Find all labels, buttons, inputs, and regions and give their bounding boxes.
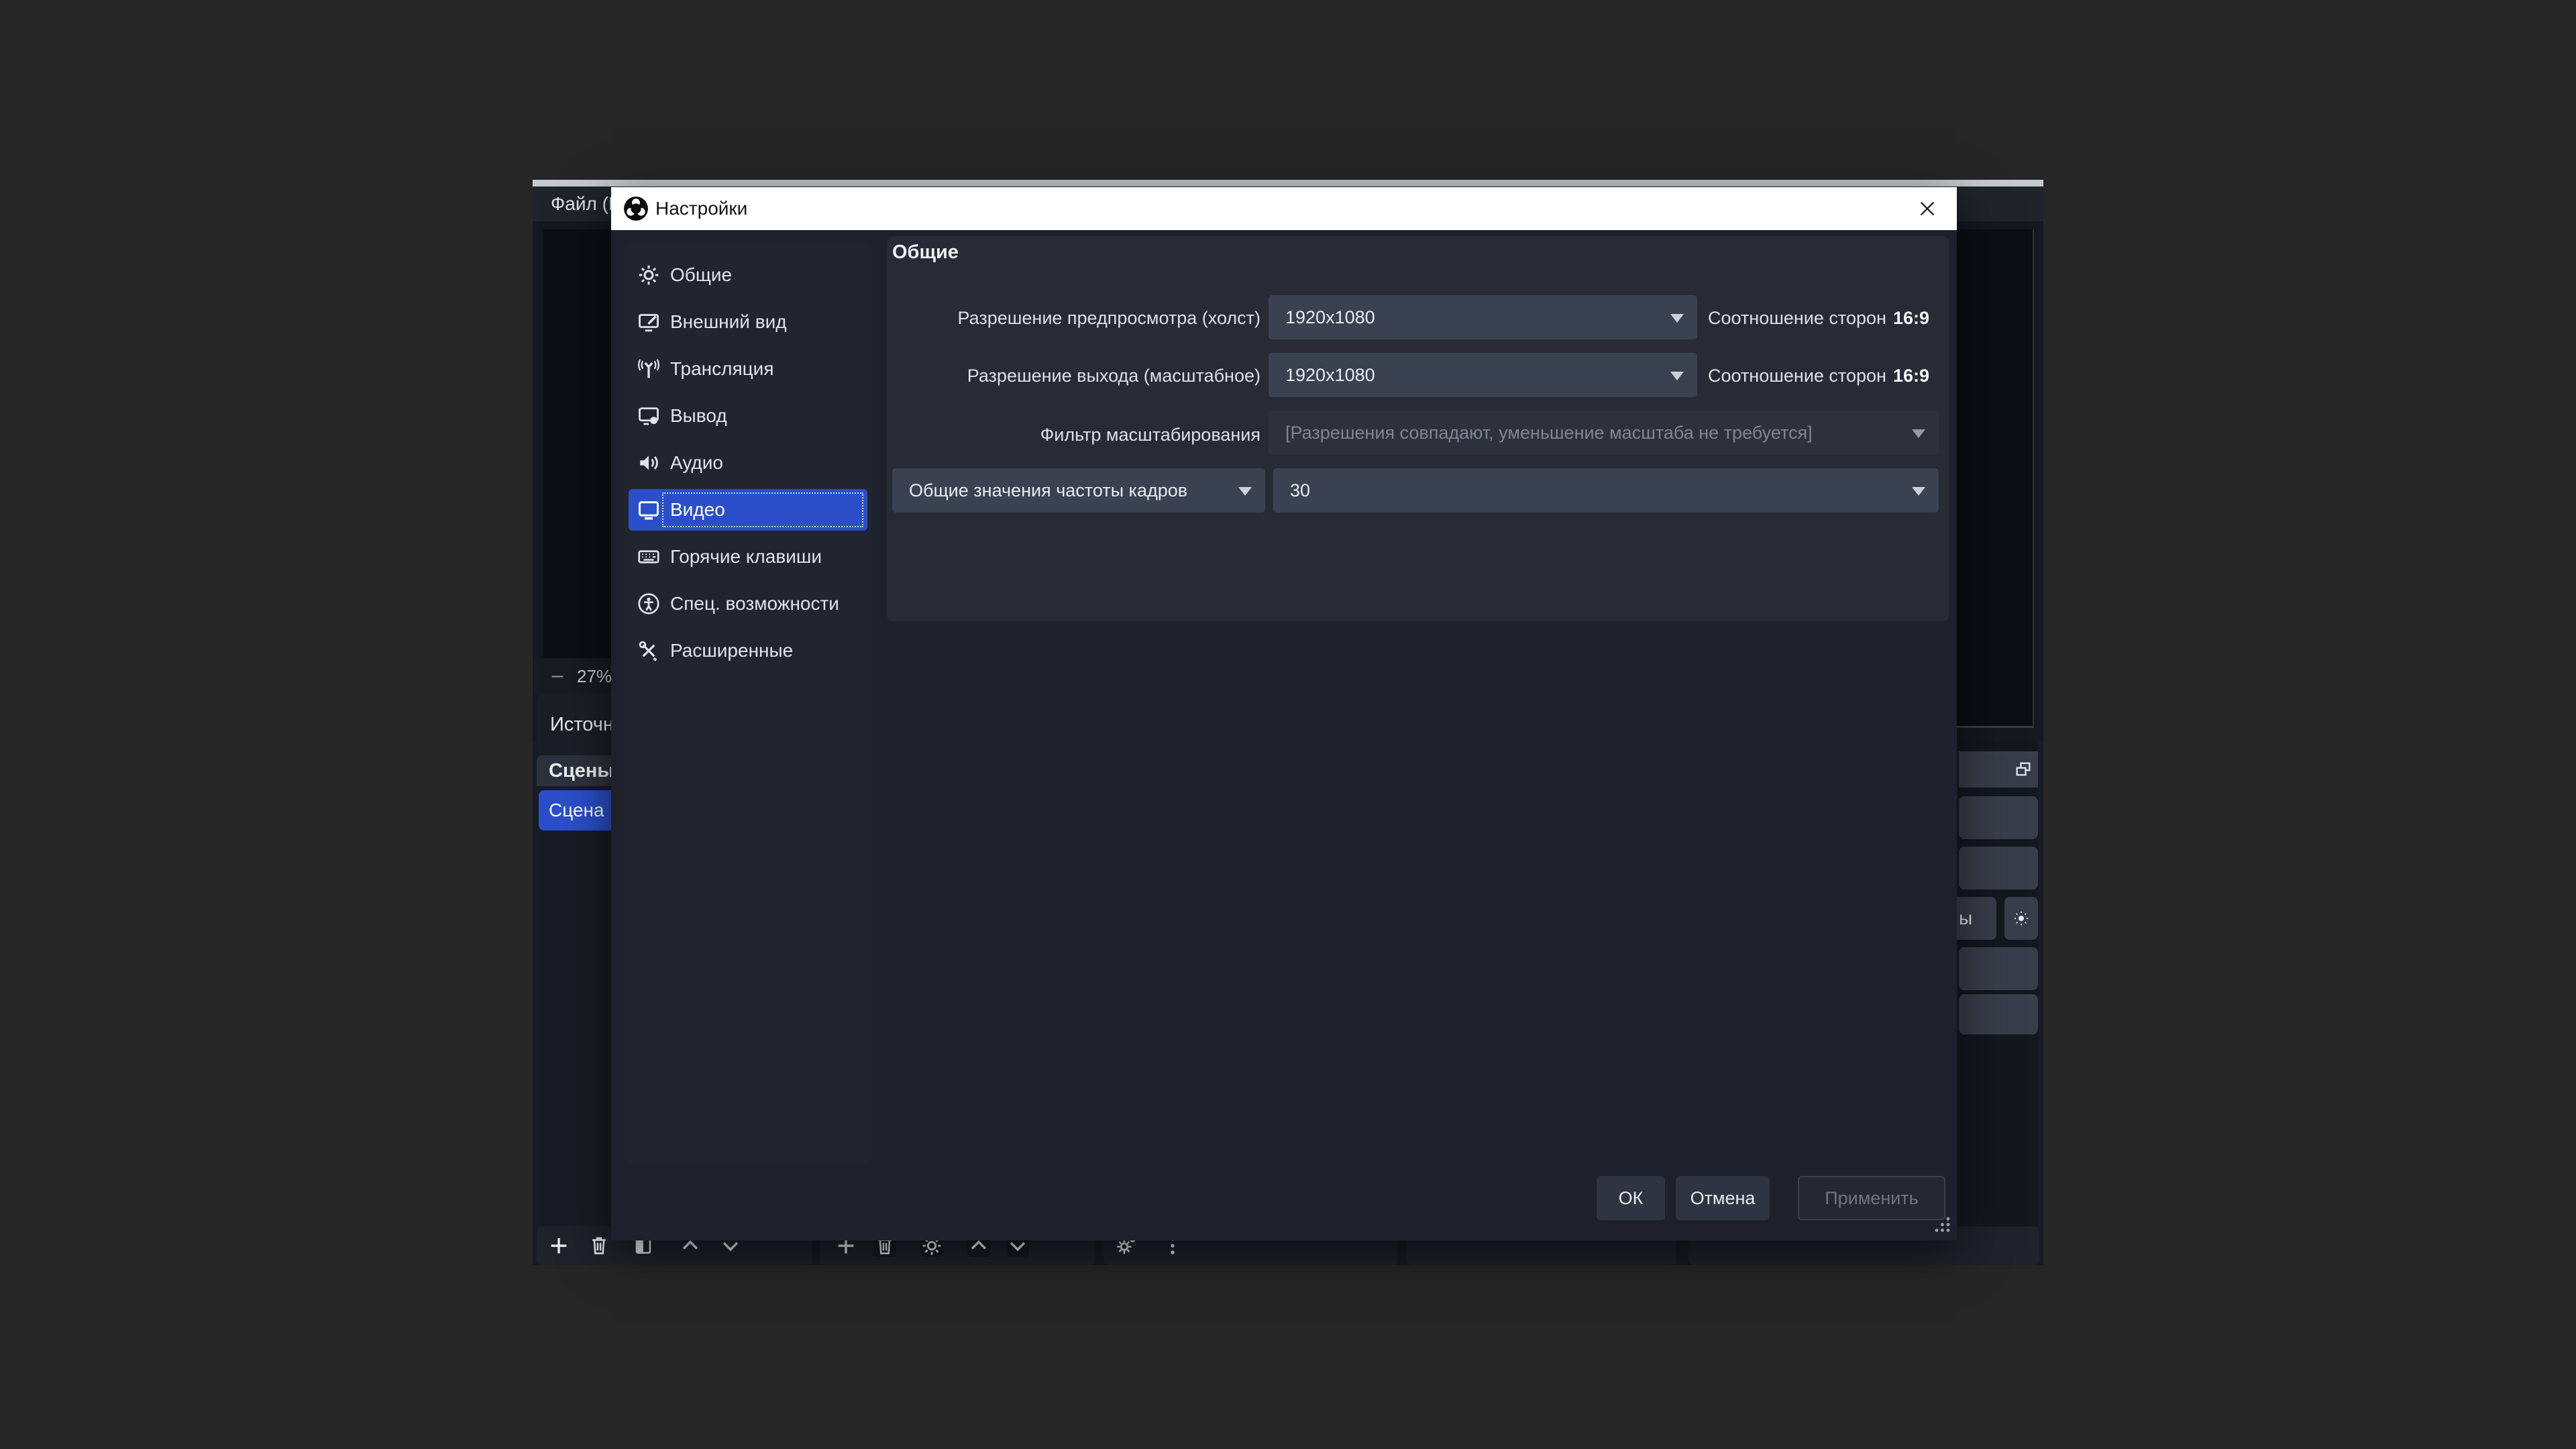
output-aspect-ratio: Соотношение сторон16:9 — [1708, 362, 1929, 389]
output-resolution-value: 1920x1080 — [1285, 353, 1657, 397]
sidebar-item-general[interactable]: Общие — [629, 252, 867, 299]
dialog-titlebar[interactable]: Настройки — [611, 187, 1957, 230]
ok-button[interactable]: ОК — [1597, 1176, 1665, 1220]
resize-grip-icon[interactable] — [1930, 1212, 1953, 1235]
scale-filter-combobox: [Разрешения совпадают, уменьшение масшта… — [1269, 411, 1939, 455]
sidebar-item-video[interactable]: Видео — [629, 486, 867, 533]
dialog-title: Настройки — [655, 187, 747, 230]
sidebar-item-stream[interactable]: Трансляция — [629, 345, 867, 392]
monitor-icon — [637, 498, 661, 522]
sidebar-item-accessibility[interactable]: Спец. возможности — [629, 580, 867, 627]
add-scene-icon[interactable] — [547, 1234, 570, 1257]
chevron-down-icon — [1912, 487, 1925, 496]
controls-dock-button[interactable] — [1959, 847, 2038, 890]
settings-sidebar: Общие Внешний вид Трансляция Вывод — [625, 244, 871, 1164]
fps-value-combobox[interactable]: 30 — [1273, 468, 1939, 513]
scale-filter-label: Фильтр масштабирования — [887, 421, 1260, 448]
base-resolution-label: Разрешение предпросмотра (холст) — [887, 305, 1260, 331]
keyboard-icon — [637, 545, 661, 569]
window-top-edge — [533, 180, 2043, 186]
accessibility-icon — [637, 592, 661, 616]
cancel-button[interactable]: Отмена — [1676, 1176, 1770, 1220]
sidebar-item-advanced[interactable]: Расширенные — [629, 627, 867, 674]
controls-dock-button[interactable] — [1959, 994, 2038, 1034]
virtual-camera-settings-button[interactable] — [2004, 897, 2038, 940]
chevron-down-icon — [1238, 487, 1252, 496]
output-resolution-label: Разрешение выхода (масштабное) — [887, 362, 1260, 389]
base-resolution-combobox[interactable]: 1920x1080 — [1269, 295, 1697, 339]
appearance-icon — [637, 310, 661, 334]
video-general-section: Общие Разрешение предпросмотра (холст) 1… — [887, 236, 1949, 621]
scale-filter-value: [Разрешения совпадают, уменьшение масшта… — [1285, 411, 1898, 455]
output-icon — [637, 404, 661, 428]
sidebar-item-audio[interactable]: Аудио — [629, 439, 867, 486]
section-title: Общие — [892, 241, 959, 264]
fps-type-combobox[interactable]: Общие значения частоты кадров — [892, 468, 1265, 513]
sidebar-item-appearance[interactable]: Внешний вид — [629, 299, 867, 345]
controls-button-text-fragment: ы — [1959, 897, 1996, 940]
settings-dialog: Настройки Общие Внешний вид — [611, 187, 1957, 1240]
apply-button[interactable]: Применить — [1798, 1176, 1945, 1220]
controls-dock-button[interactable] — [1959, 947, 2038, 990]
remove-scene-icon[interactable] — [588, 1234, 610, 1257]
controls-dock-button[interactable] — [1959, 796, 2038, 839]
chevron-down-icon — [1670, 314, 1684, 323]
broadcast-icon — [637, 357, 661, 381]
obs-logo-icon — [623, 196, 649, 221]
base-resolution-value: 1920x1080 — [1285, 295, 1657, 339]
zoom-level: 27% — [577, 658, 612, 694]
aspect-ratio-value: 16:9 — [1893, 308, 1929, 328]
output-resolution-combobox[interactable]: 1920x1080 — [1269, 353, 1697, 397]
chevron-down-icon — [1670, 372, 1684, 380]
sources-dock-title: Источн — [550, 694, 614, 755]
fps-value: 30 — [1290, 468, 1898, 513]
base-aspect-ratio: Соотношение сторон16:9 — [1708, 305, 1929, 331]
aspect-ratio-value: 16:9 — [1893, 366, 1929, 386]
chevron-down-icon — [1912, 429, 1925, 438]
tools-icon — [637, 639, 661, 663]
fps-type-value: Общие значения частоты кадров — [909, 468, 1225, 513]
zoom-out-icon[interactable]: – — [546, 658, 569, 694]
controls-dock: ы — [1959, 742, 2038, 1226]
gear-icon — [637, 263, 661, 287]
sidebar-item-hotkeys[interactable]: Горячие клавиши — [629, 533, 867, 580]
sidebar-item-output[interactable]: Вывод — [629, 392, 867, 439]
speaker-icon — [637, 451, 661, 475]
popout-icon[interactable] — [2014, 760, 2033, 779]
controls-dock-titlebar — [1959, 751, 2038, 788]
close-icon[interactable] — [1913, 194, 1942, 223]
preview-zoom-controls: – 27% — [534, 658, 620, 694]
